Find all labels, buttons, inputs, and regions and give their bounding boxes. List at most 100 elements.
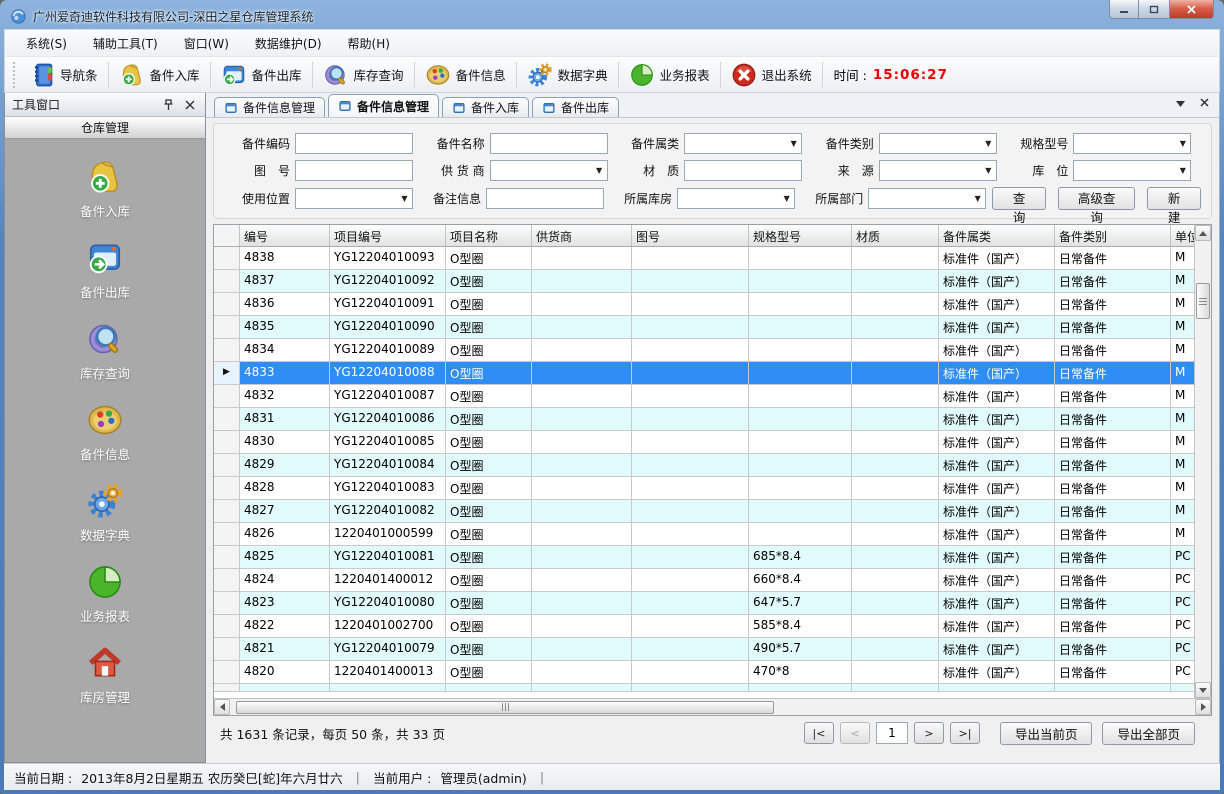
scroll-left-icon[interactable]	[214, 699, 230, 715]
column-header[interactable]: 项目名称	[446, 225, 532, 246]
sidebar-item-inventory-query[interactable]: 库存查询	[5, 311, 205, 392]
row-selector-cell[interactable]	[214, 638, 240, 660]
search-select[interactable]: ▼	[879, 133, 997, 154]
table-row[interactable]: 4838YG12204010093O型圈标准件（国产）日常备件M	[214, 247, 1194, 270]
table-row[interactable]: 4821YG12204010079O型圈490*5.7标准件（国产）日常备件PC	[214, 638, 1194, 661]
sidebar-item-business-report[interactable]: 业务报表	[5, 554, 205, 635]
next-page-button[interactable]: >	[914, 722, 944, 744]
row-selector-cell[interactable]	[214, 592, 240, 614]
search-select[interactable]: ▼	[677, 188, 795, 209]
row-selector-cell[interactable]	[214, 569, 240, 591]
row-selector-cell[interactable]	[214, 615, 240, 637]
column-header[interactable]: 编号	[240, 225, 330, 246]
toolbar-item-parts-info[interactable]: 备件信息	[418, 60, 513, 90]
menu-item-2[interactable]: 窗口(W)	[171, 31, 242, 56]
table-row[interactable]: 4830YG12204010085O型圈标准件（国产）日常备件M	[214, 431, 1194, 454]
table-row[interactable]: 4831YG12204010086O型圈标准件（国产）日常备件M	[214, 408, 1194, 431]
horizontal-scrollbar[interactable]	[214, 698, 1211, 715]
table-row[interactable]: 4835YG12204010090O型圈标准件（国产）日常备件M	[214, 316, 1194, 339]
sidebar-item-parts-info[interactable]: 备件信息	[5, 392, 205, 473]
scroll-down-icon[interactable]	[1195, 682, 1211, 698]
table-row[interactable]: 4829YG12204010084O型圈标准件（国产）日常备件M	[214, 454, 1194, 477]
sidebar-item-parts-outbound[interactable]: 备件出库	[5, 230, 205, 311]
close-button[interactable]	[1169, 0, 1214, 19]
advanced-query-button[interactable]: 高级查询	[1058, 187, 1135, 210]
row-selector-cell[interactable]	[214, 477, 240, 499]
row-selector-cell[interactable]	[214, 500, 240, 522]
menu-item-4[interactable]: 帮助(H)	[335, 31, 403, 56]
export-all-pages-button[interactable]: 导出全部页	[1102, 722, 1195, 745]
row-selector-cell[interactable]	[214, 546, 240, 568]
table-row[interactable]: 48201220401400013O型圈470*8标准件（国产）日常备件PC	[214, 661, 1194, 684]
scroll-up-icon[interactable]	[1195, 225, 1211, 241]
search-select[interactable]: ▼	[868, 188, 986, 209]
table-row[interactable]: 4825YG12204010081O型圈685*8.4标准件（国产）日常备件PC	[214, 546, 1194, 569]
search-input[interactable]	[684, 160, 802, 181]
column-header[interactable]: 备件类别	[1055, 225, 1171, 246]
horizontal-scroll-thumb[interactable]	[236, 701, 774, 714]
minimize-button[interactable]	[1109, 0, 1139, 19]
column-header[interactable]: 材质	[852, 225, 939, 246]
row-selector-cell[interactable]	[214, 339, 240, 361]
toolbar-item-business-report[interactable]: 业务报表	[622, 60, 717, 90]
page-input[interactable]	[876, 722, 908, 744]
row-selector-cell[interactable]	[214, 523, 240, 545]
search-select[interactable]: ▼	[1073, 133, 1191, 154]
tab-list-dropdown-icon[interactable]	[1173, 97, 1187, 110]
search-select[interactable]: ▼	[1073, 160, 1191, 181]
sidebar-item-parts-inbound[interactable]: 备件入库	[5, 149, 205, 230]
sidebar-item-warehouse-mgmt[interactable]: 库房管理	[5, 635, 205, 716]
toolbar-item-parts-inbound[interactable]: 备件入库	[112, 60, 207, 90]
column-header[interactable]: 项目编号	[330, 225, 446, 246]
pin-icon[interactable]	[160, 97, 176, 113]
column-header[interactable]: 规格型号	[749, 225, 852, 246]
search-select[interactable]: ▼	[879, 160, 997, 181]
table-row[interactable]: 4834YG12204010089O型圈标准件（国产）日常备件M	[214, 339, 1194, 362]
search-select[interactable]: ▼	[295, 188, 413, 209]
scroll-right-icon[interactable]	[1195, 699, 1211, 715]
toolbar-item-parts-outbound[interactable]: 备件出库	[214, 60, 309, 90]
toolbar-item-exit-system[interactable]: 退出系统	[724, 60, 819, 90]
table-row[interactable]: 4837YG12204010092O型圈标准件（国产）日常备件M	[214, 270, 1194, 293]
toolbar-item-data-dictionary[interactable]: 数据字典	[520, 60, 615, 90]
sidebar-item-data-dictionary[interactable]: 数据字典	[5, 473, 205, 554]
row-selector-cell[interactable]	[214, 661, 240, 683]
row-selector-cell[interactable]	[214, 408, 240, 430]
table-row[interactable]: ▶4833YG12204010088O型圈标准件（国产）日常备件M	[214, 362, 1194, 385]
search-input[interactable]	[295, 160, 413, 181]
maximize-button[interactable]	[1139, 0, 1169, 19]
row-selector-cell[interactable]	[214, 270, 240, 292]
menu-item-0[interactable]: 系统(S)	[13, 31, 80, 56]
table-row[interactable]: 48221220401002700O型圈585*8.4标准件（国产）日常备件PC	[214, 615, 1194, 638]
table-row[interactable]: 48261220401000599O型圈标准件（国产）日常备件M	[214, 523, 1194, 546]
tab-close-icon[interactable]	[1197, 97, 1211, 110]
tab-2[interactable]: 备件入库	[442, 97, 529, 117]
toolbar-item-inventory-query[interactable]: 库存查询	[316, 60, 411, 90]
search-input[interactable]	[295, 133, 413, 154]
table-row[interactable]: 4836YG12204010091O型圈标准件（国产）日常备件M	[214, 293, 1194, 316]
export-current-page-button[interactable]: 导出当前页	[1000, 722, 1093, 745]
table-row[interactable]: 4832YG12204010087O型圈标准件（国产）日常备件M	[214, 385, 1194, 408]
new-button[interactable]: 新建	[1147, 187, 1201, 210]
search-input[interactable]	[490, 133, 608, 154]
row-selector-cell[interactable]	[214, 293, 240, 315]
table-row[interactable]: 4827YG12204010082O型圈标准件（国产）日常备件M	[214, 500, 1194, 523]
row-selector-cell[interactable]	[214, 454, 240, 476]
row-selector-cell[interactable]	[214, 247, 240, 269]
column-header[interactable]: 图号	[632, 225, 749, 246]
toolbar-grip[interactable]	[13, 62, 18, 88]
vertical-scrollbar[interactable]	[1194, 225, 1211, 698]
table-row[interactable]: 4823YG12204010080O型圈647*5.7标准件（国产）日常备件PC	[214, 592, 1194, 615]
row-selector-cell[interactable]	[214, 316, 240, 338]
first-page-button[interactable]: |<	[804, 722, 834, 744]
vertical-scroll-thumb[interactable]	[1196, 283, 1210, 319]
last-page-button[interactable]: >|	[950, 722, 980, 744]
tab-1[interactable]: 备件信息管理	[328, 94, 439, 117]
sidebar-close-icon[interactable]	[182, 97, 198, 113]
table-row[interactable]: 4828YG12204010083O型圈标准件（国产）日常备件M	[214, 477, 1194, 500]
query-button[interactable]: 查询	[992, 187, 1046, 210]
column-header[interactable]: 备件属类	[939, 225, 1055, 246]
search-select[interactable]: ▼	[684, 133, 802, 154]
menu-item-1[interactable]: 辅助工具(T)	[80, 31, 171, 56]
menu-item-3[interactable]: 数据维护(D)	[242, 31, 335, 56]
